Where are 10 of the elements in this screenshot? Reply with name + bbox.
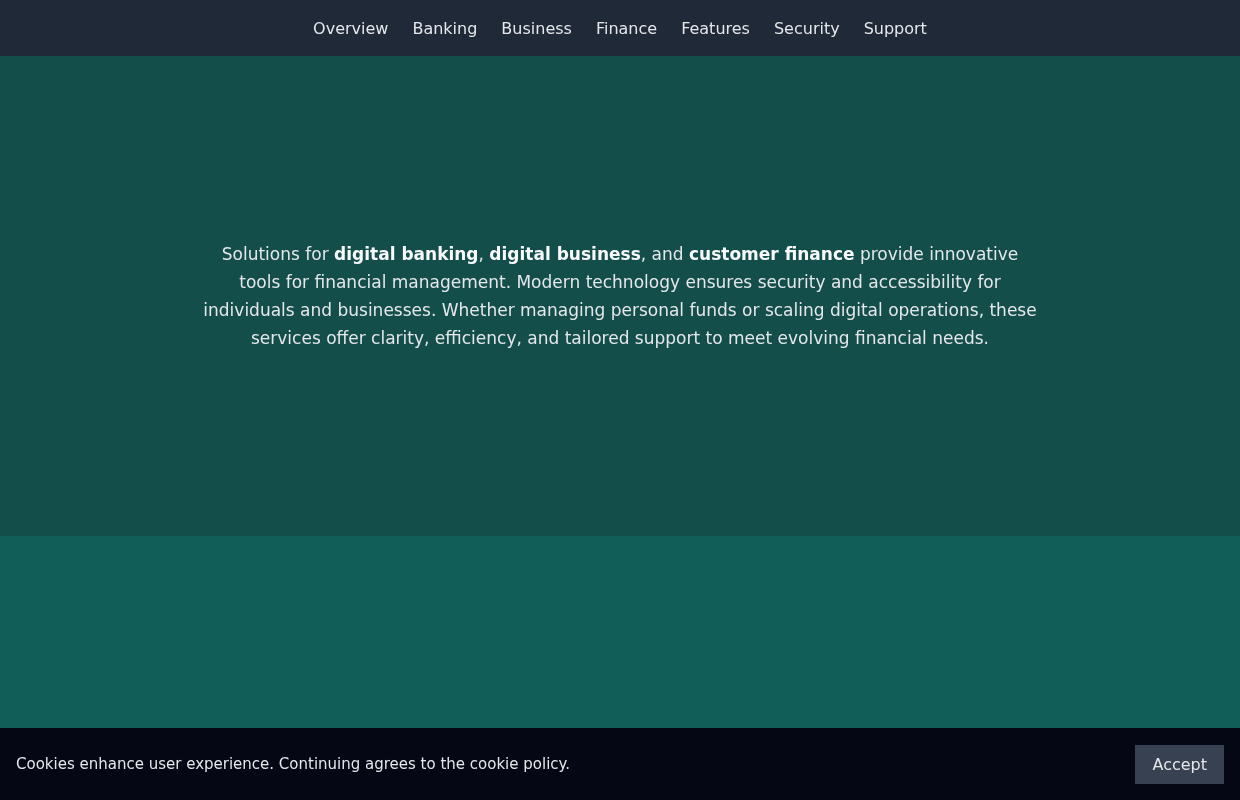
nav-link[interactable]: Support: [863, 18, 927, 38]
nav-link[interactable]: Features: [681, 18, 750, 38]
nav-link[interactable]: Business: [501, 18, 572, 38]
section-paragraph: Solutions for digital banking, digital business, and customer finance provide innovative tools for financial management. Modern technology ensures security and accessibility for individuals and businesses. Whether managing personal funds or scaling digital operations, these services offer clarity, efficiency, and tailored support to meet evolving financial needs.: [202, 243, 1038, 350]
nav-link[interactable]: Banking: [412, 18, 478, 38]
accept-button[interactable]: Accept: [1135, 744, 1224, 784]
nav-link[interactable]: Finance: [595, 18, 658, 38]
nav-link[interactable]: Overview: [313, 18, 389, 38]
cookie-message: Cookies enhance user experience. Continuing agrees to the cookie policy.: [16, 755, 571, 773]
nav-link[interactable]: Security: [773, 18, 840, 38]
